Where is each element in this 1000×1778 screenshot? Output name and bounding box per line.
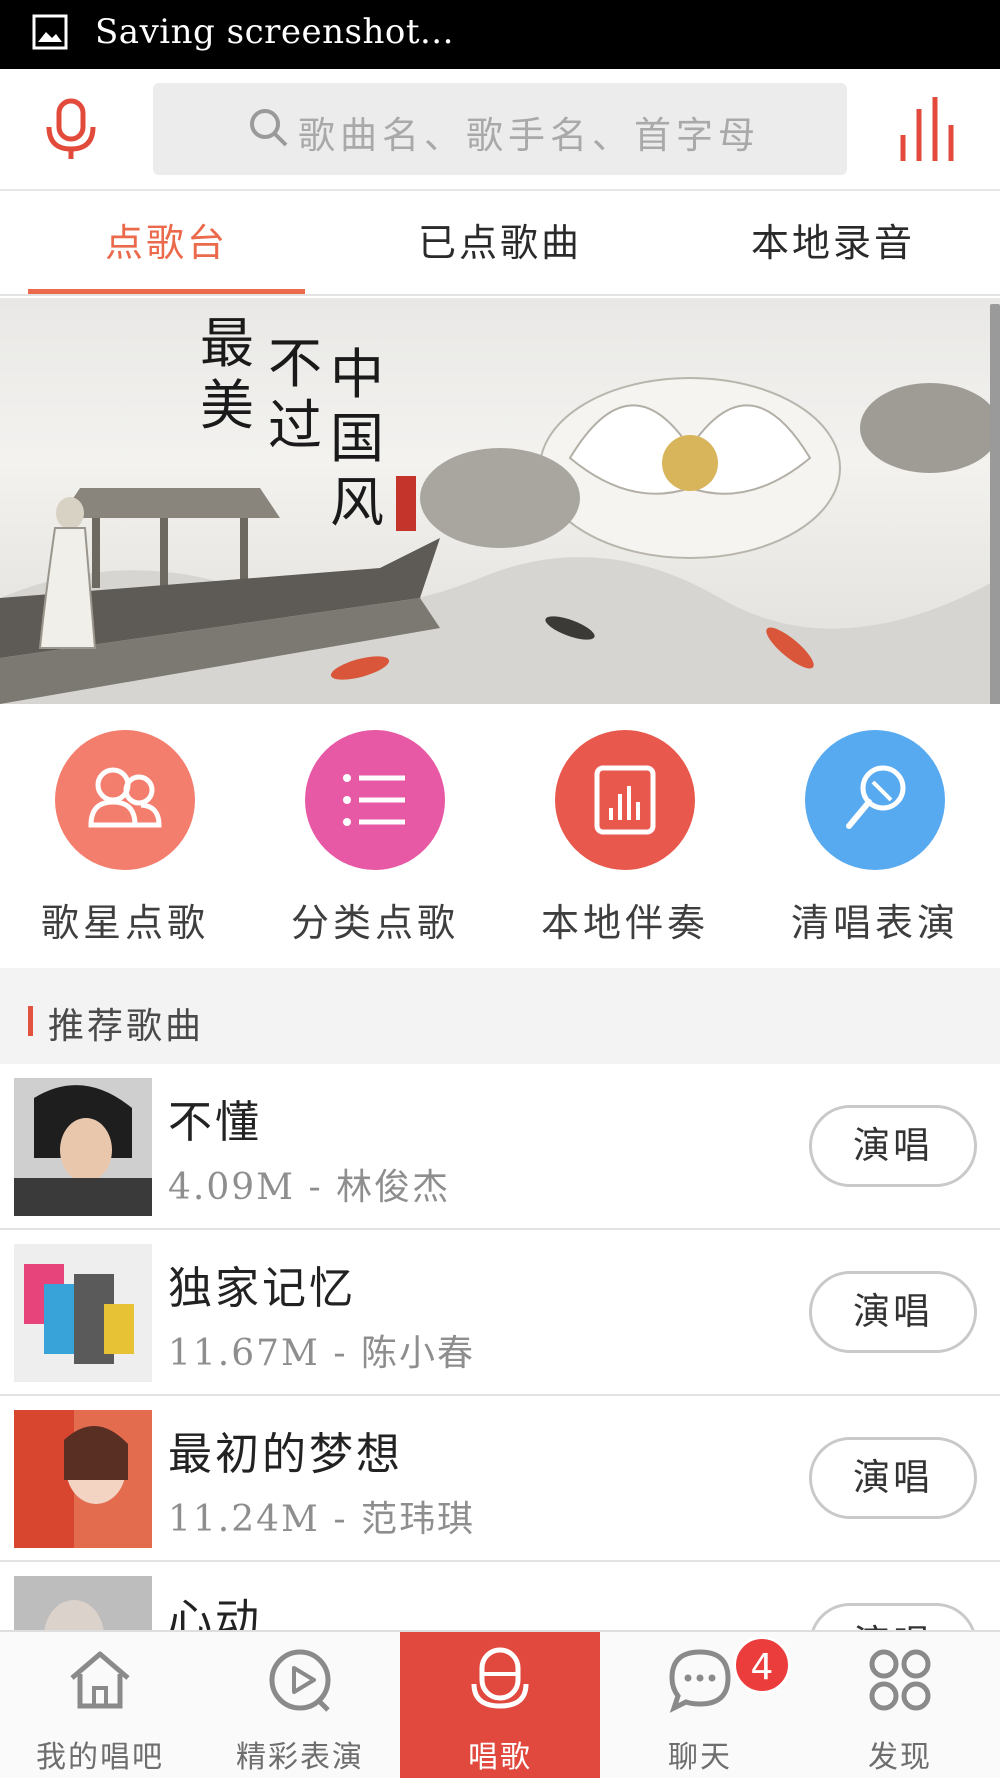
chat-badge: 4	[733, 1636, 791, 1694]
sing-button[interactable]: 演唱	[809, 1603, 977, 1630]
nav-sing[interactable]: 唱歌	[400, 1632, 600, 1778]
tab-indicator	[28, 289, 305, 294]
status-bar: Saving screenshot...	[0, 0, 1000, 69]
list-item[interactable]: 不懂 4.09M - 林俊杰 演唱	[0, 1064, 1000, 1230]
sing-button[interactable]: 演唱	[809, 1437, 977, 1519]
search-input[interactable]: 歌曲名、歌手名、首字母	[153, 83, 847, 175]
list-item[interactable]: 独家记忆 11.67M - 陈小春 演唱	[0, 1230, 1000, 1396]
album-cover	[14, 1576, 152, 1630]
play-icon	[269, 1649, 331, 1712]
tab-song-station[interactable]: 点歌台	[28, 193, 305, 293]
discover-icon	[869, 1649, 931, 1711]
status-text: Saving screenshot...	[95, 12, 454, 52]
nav-discover[interactable]: 发现	[800, 1632, 1000, 1778]
song-size: 4.09M	[168, 1167, 296, 1208]
banner-illustration	[0, 377, 1000, 704]
category-grid: 歌星点歌 分类点歌 本地伴奏 清唱表演	[0, 704, 1000, 968]
category-label: 清唱表演	[790, 901, 959, 945]
nav-label: 精彩表演	[236, 1740, 364, 1775]
banner-char: 中	[330, 343, 384, 406]
song-size: 11.24M	[168, 1499, 320, 1540]
nav-performances[interactable]: 精彩表演	[200, 1632, 400, 1778]
category-singers[interactable]: 歌星点歌	[0, 730, 250, 947]
section-title: 推荐歌曲	[48, 1006, 205, 1047]
list-item[interactable]: 最初的梦想 11.24M - 范玮琪 演唱	[0, 1396, 1000, 1562]
nav-label: 唱歌	[468, 1740, 532, 1775]
home-icon	[70, 1651, 130, 1709]
banner-char: 国	[330, 407, 384, 470]
song-artist: 陈小春	[360, 1333, 475, 1374]
tab-ordered-songs[interactable]: 已点歌曲	[360, 193, 640, 293]
nav-my-ktv[interactable]: 我的唱吧	[0, 1632, 200, 1778]
song-meta: 11.67M - 陈小春	[168, 1333, 475, 1374]
song-size: 11.67M	[168, 1333, 320, 1374]
chat-icon	[669, 1649, 731, 1713]
singers-icon	[55, 730, 195, 870]
scrollbar[interactable]	[990, 304, 1000, 736]
song-list: 不懂 4.09M - 林俊杰 演唱 独家记忆 11.67M - 陈小春 演唱 最…	[0, 1064, 1000, 1630]
category-label: 分类点歌	[290, 901, 459, 945]
search-placeholder: 歌曲名、歌手名、首字母	[298, 114, 760, 157]
mic-icon	[471, 1647, 529, 1709]
banner-char: 过	[268, 394, 322, 457]
category-genres[interactable]: 分类点歌	[250, 730, 500, 947]
local-audio-icon	[555, 730, 695, 870]
nav-label: 发现	[868, 1740, 932, 1775]
tab-bar: 点歌台 已点歌曲 本地录音	[0, 193, 1000, 296]
tab-local-recordings[interactable]: 本地录音	[693, 193, 973, 293]
song-artist: 林俊杰	[336, 1167, 451, 1208]
song-title: 不懂	[168, 1097, 262, 1148]
list-item[interactable]: 心动 演唱	[0, 1562, 1000, 1630]
search-bar: 歌曲名、歌手名、首字母	[0, 69, 1000, 191]
list-icon	[305, 730, 445, 870]
sing-button[interactable]: 演唱	[809, 1105, 977, 1187]
microphone-icon	[805, 730, 945, 870]
banner-char: 美	[200, 374, 254, 437]
album-cover	[14, 1244, 152, 1382]
banner-char: 风	[330, 471, 384, 534]
banner-text-col2: 不 过	[268, 332, 322, 457]
microphone-icon[interactable]	[38, 97, 104, 163]
category-acapella[interactable]: 清唱表演	[750, 730, 1000, 947]
equalizer-icon[interactable]	[895, 95, 965, 165]
song-title: 最初的梦想	[168, 1429, 403, 1480]
sing-button[interactable]: 演唱	[809, 1271, 977, 1353]
image-icon	[32, 14, 68, 50]
banner-text-col3: 中 国 风	[330, 343, 384, 535]
song-artist: 范玮琪	[360, 1499, 475, 1540]
search-icon	[250, 109, 288, 147]
category-label: 歌星点歌	[40, 901, 209, 945]
album-cover	[14, 1078, 152, 1216]
song-meta: 4.09M - 林俊杰	[168, 1167, 451, 1208]
category-local-audio[interactable]: 本地伴奏	[500, 730, 750, 947]
bottom-nav: 我的唱吧 精彩表演 唱歌 聊天 发现	[0, 1630, 1000, 1778]
banner-char: 不	[268, 332, 322, 395]
song-meta: 11.24M - 范玮琪	[168, 1499, 475, 1540]
banner-text-col1: 最 美	[200, 312, 254, 437]
nav-label: 我的唱吧	[36, 1740, 164, 1775]
album-cover	[14, 1410, 152, 1548]
banner[interactable]: 最 美 不 过 中 国 风	[0, 298, 1000, 704]
song-title: 心动	[168, 1595, 262, 1630]
banner-char: 最	[200, 312, 254, 375]
song-title: 独家记忆	[168, 1263, 356, 1314]
category-label: 本地伴奏	[540, 901, 709, 945]
section-header: 推荐歌曲	[0, 968, 1000, 1064]
section-accent-bar	[28, 1006, 33, 1036]
nav-label: 聊天	[668, 1740, 732, 1775]
